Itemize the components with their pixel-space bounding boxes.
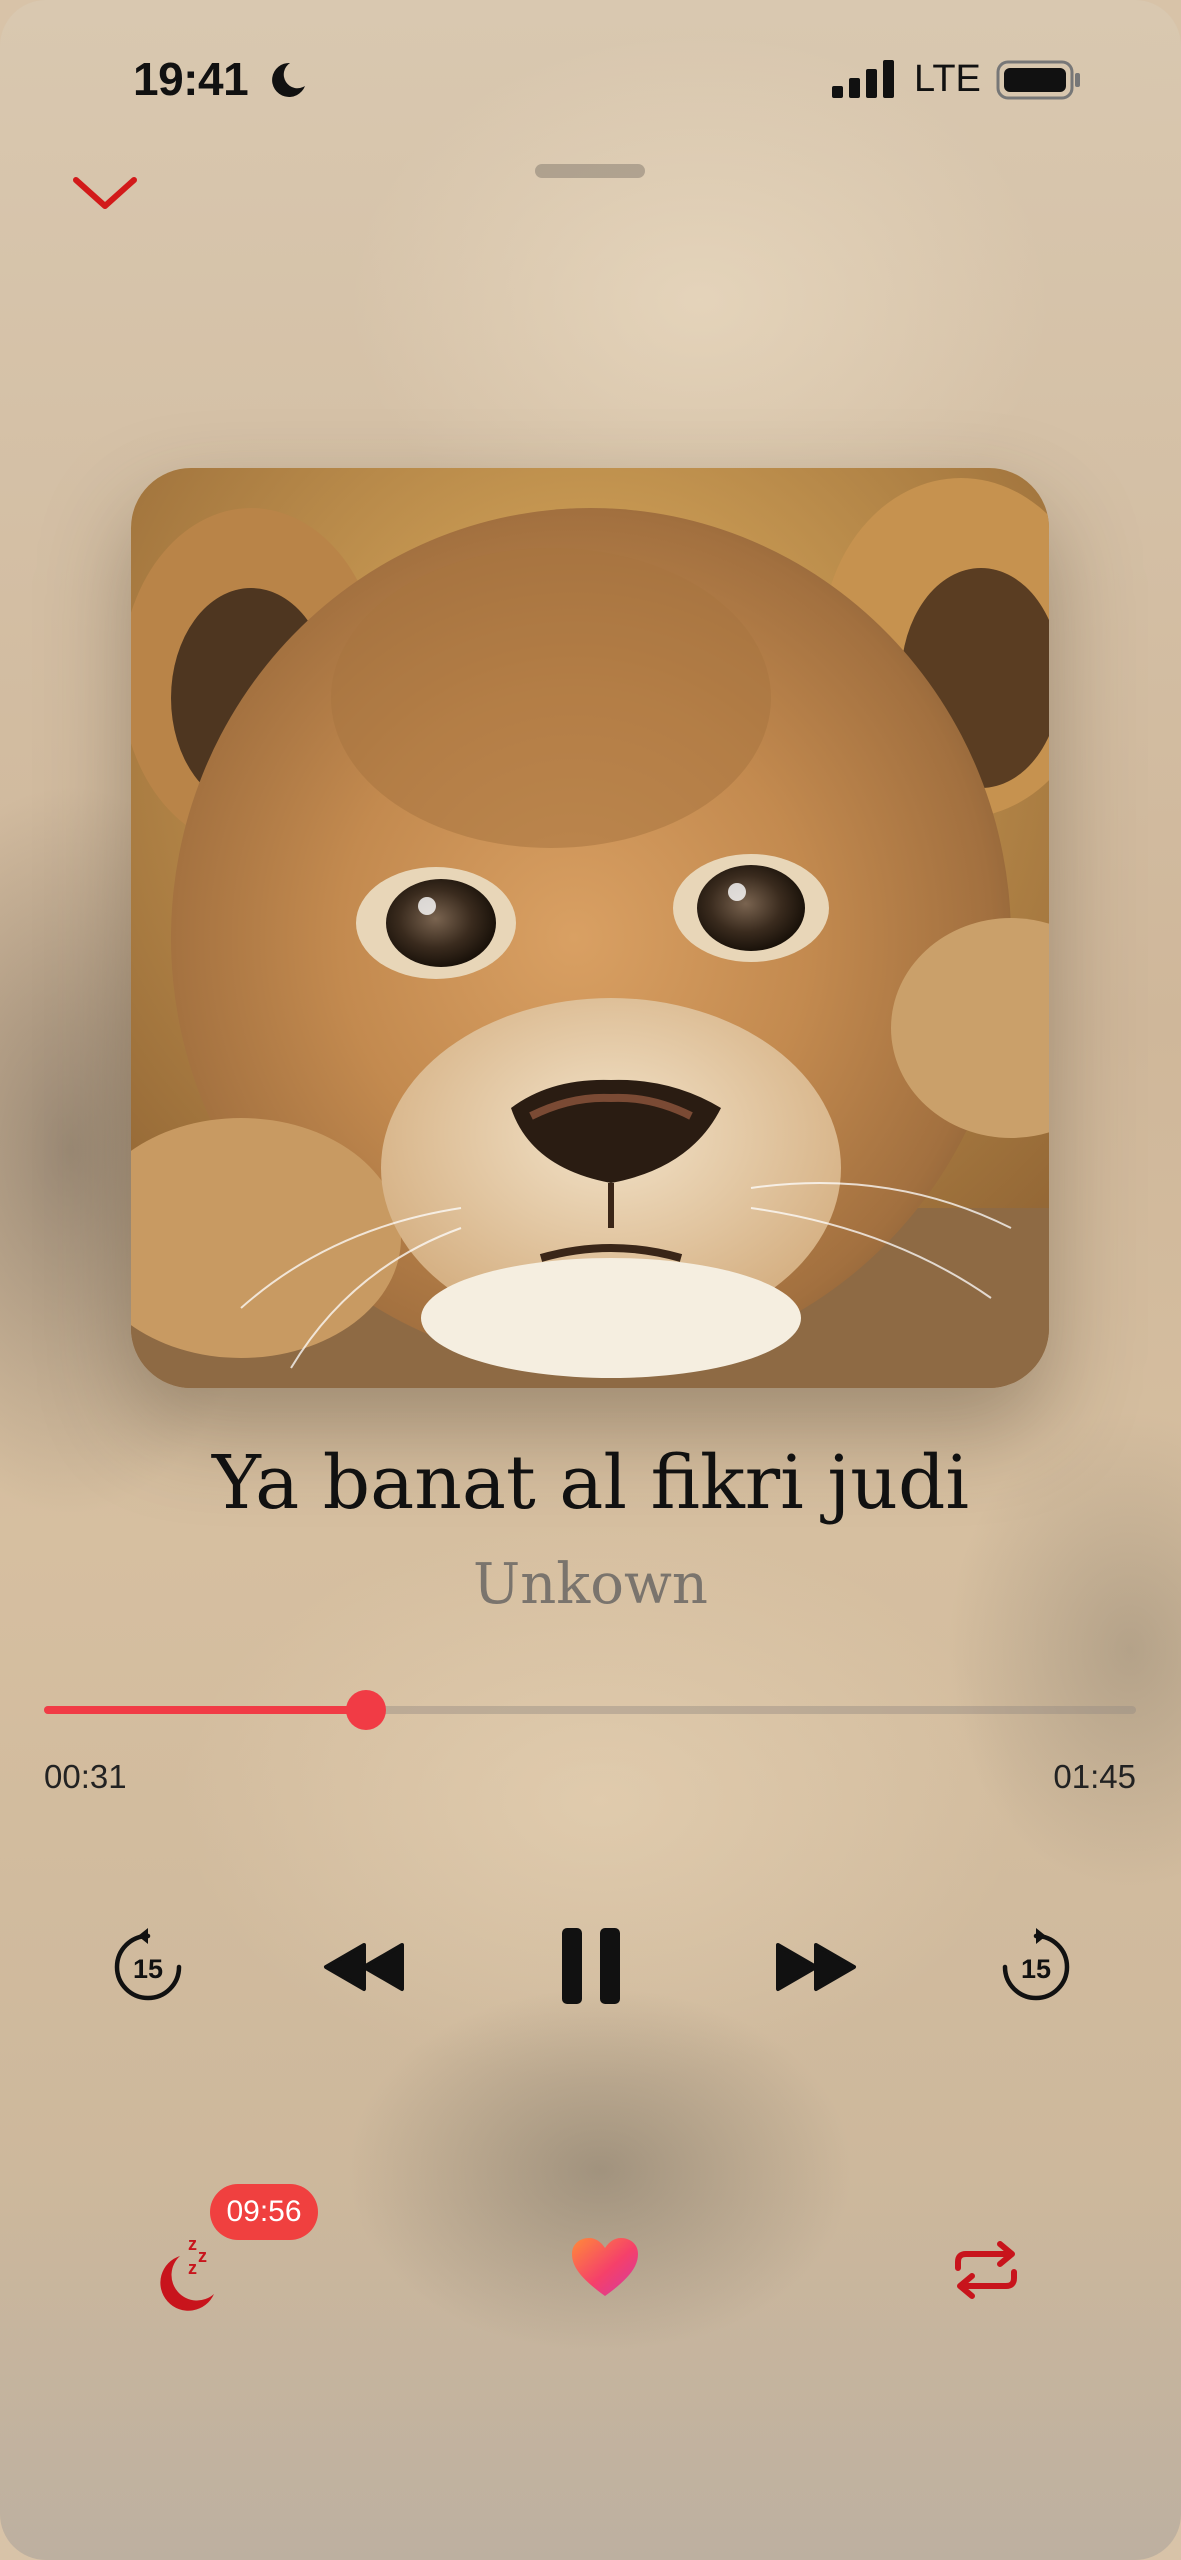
- song-title: Ya banat al fikri judi: [212, 1440, 969, 1526]
- svg-text:z: z: [188, 2258, 197, 2278]
- svg-text:z: z: [188, 2234, 197, 2254]
- chevron-down-icon[interactable]: [70, 168, 140, 218]
- sleep-timer-icon[interactable]: z z z: [150, 2226, 230, 2312]
- progress-fill: [44, 1706, 367, 1714]
- skip-forward-seconds: 15: [1021, 1954, 1051, 1984]
- progress-thumb[interactable]: [346, 1690, 387, 1730]
- progress-slider[interactable]: [44, 1690, 1136, 1730]
- artist-name[interactable]: Unkown: [0, 1552, 1181, 1617]
- svg-text:z: z: [198, 2246, 207, 2266]
- sleep-timer-badge[interactable]: 09:56: [210, 2184, 318, 2240]
- album-artwork: [131, 468, 1049, 1388]
- status-time: 19:41: [133, 53, 249, 105]
- heart-icon[interactable]: [570, 2236, 640, 2300]
- signal-icon: [832, 60, 894, 98]
- skip-back-15-icon[interactable]: 15: [110, 1928, 186, 2004]
- moon-icon: [272, 62, 305, 97]
- repeat-icon[interactable]: [950, 2240, 1022, 2300]
- network-type: LTE: [914, 58, 981, 100]
- total-time: 01:45: [1053, 1758, 1136, 1795]
- skip-back-seconds: 15: [133, 1954, 163, 1984]
- rewind-icon[interactable]: [322, 1941, 406, 1993]
- elapsed-time: 00:31: [44, 1758, 127, 1795]
- skip-forward-15-icon[interactable]: 15: [998, 1928, 1074, 2004]
- sheet-grabber[interactable]: [535, 164, 645, 178]
- fast-forward-icon[interactable]: [774, 1941, 858, 1993]
- battery-icon: [996, 60, 1080, 100]
- pause-icon[interactable]: [560, 1926, 622, 2006]
